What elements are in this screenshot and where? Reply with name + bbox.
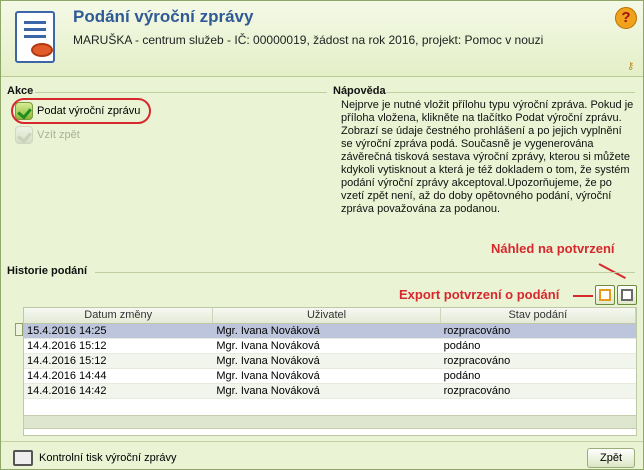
control-print-button[interactable]: Kontrolní tisk výroční zprávy — [13, 450, 177, 466]
export-icon — [599, 289, 611, 301]
export-confirmation-button[interactable] — [595, 285, 615, 305]
cell-user: Mgr. Ivana Nováková — [216, 325, 320, 337]
take-back-button[interactable]: Vzít zpět — [15, 125, 80, 145]
column-date[interactable]: Datum změny — [24, 308, 214, 323]
history-table-header: Datum změny Uživatel Stav podání — [24, 308, 636, 324]
history-label: Historie podání — [7, 265, 88, 277]
cell-user: Mgr. Ivana Nováková — [216, 355, 320, 367]
main-window: Podání výroční zprávy MARUŠKA - centrum … — [0, 0, 644, 470]
printer-icon — [13, 450, 33, 466]
page-subtitle: MARUŠKA - centrum služeb - IČ: 00000019,… — [73, 33, 544, 47]
cell-status: podáno — [443, 370, 481, 382]
table-row[interactable]: 14.4.2016 14:42 Mgr. Ivana Nováková rozpra… — [24, 384, 636, 399]
cell-date: 15.4.2016 14:25 — [27, 325, 107, 337]
table-row[interactable]: 14.4.2016 14:44 Mgr. Ivana Nováková podáno — [24, 369, 636, 384]
take-back-icon — [15, 126, 33, 144]
cell-status: rozpracováno — [443, 325, 511, 337]
help-icon[interactable]: ? — [615, 7, 637, 29]
cell-user: Mgr. Ivana Nováková — [216, 385, 320, 397]
seal-icon — [31, 43, 53, 57]
footer: Kontrolní tisk výroční zprávy Zpět — [1, 441, 643, 470]
highlight-oval — [11, 98, 151, 124]
cell-user: Mgr. Ivana Nováková — [216, 370, 320, 382]
page-title: Podání výroční zprávy — [73, 7, 254, 26]
cell-date: 14.4.2016 14:42 — [27, 385, 107, 397]
column-user[interactable]: Uživatel — [213, 308, 441, 323]
header: Podání výroční zprávy MARUŠKA - centrum … — [1, 1, 643, 77]
cell-date: 14.4.2016 15:12 — [27, 340, 107, 352]
help-panel-label: Nápověda — [333, 85, 386, 97]
cell-status: podáno — [443, 340, 481, 352]
back-button[interactable]: Zpět — [587, 448, 635, 468]
table-row[interactable]: 14.4.2016 15:12 Mgr. Ivana Nováková rozpra… — [24, 354, 636, 369]
cell-date: 14.4.2016 15:12 — [27, 355, 107, 367]
control-print-label: Kontrolní tisk výroční zprávy — [39, 452, 177, 464]
cell-user: Mgr. Ivana Nováková — [216, 340, 320, 352]
horizontal-scrollbar[interactable] — [23, 415, 637, 429]
column-status[interactable]: Stav podání — [441, 308, 636, 323]
export-annotation: Export potvrzení o podání — [399, 287, 560, 302]
cell-date: 14.4.2016 14:44 — [27, 370, 107, 382]
take-back-label: Vzít zpět — [37, 129, 80, 141]
table-row[interactable]: 15.4.2016 14:25 Mgr. Ivana Nováková rozpra… — [24, 324, 636, 339]
actions-panel-label: Akce — [7, 85, 34, 97]
preview-annotation: Náhled na potvrzení — [491, 241, 615, 256]
preview-confirmation-button[interactable] — [617, 285, 637, 305]
cell-status: rozpracováno — [443, 355, 511, 367]
help-text: Nejprve je nutné vložit přílohu typu výr… — [341, 99, 634, 215]
help-panel: Nápověda Nejprve je nutné vložit přílohu… — [333, 85, 635, 255]
key-icon[interactable]: ⚷ — [627, 62, 639, 72]
preview-icon — [621, 289, 633, 301]
export-arrow — [573, 295, 593, 297]
document-icon — [15, 11, 55, 63]
table-row[interactable]: 14.4.2016 15:12 Mgr. Ivana Nováková podáno — [24, 339, 636, 354]
cell-status: rozpracováno — [443, 385, 511, 397]
selected-row-marker — [15, 323, 23, 336]
